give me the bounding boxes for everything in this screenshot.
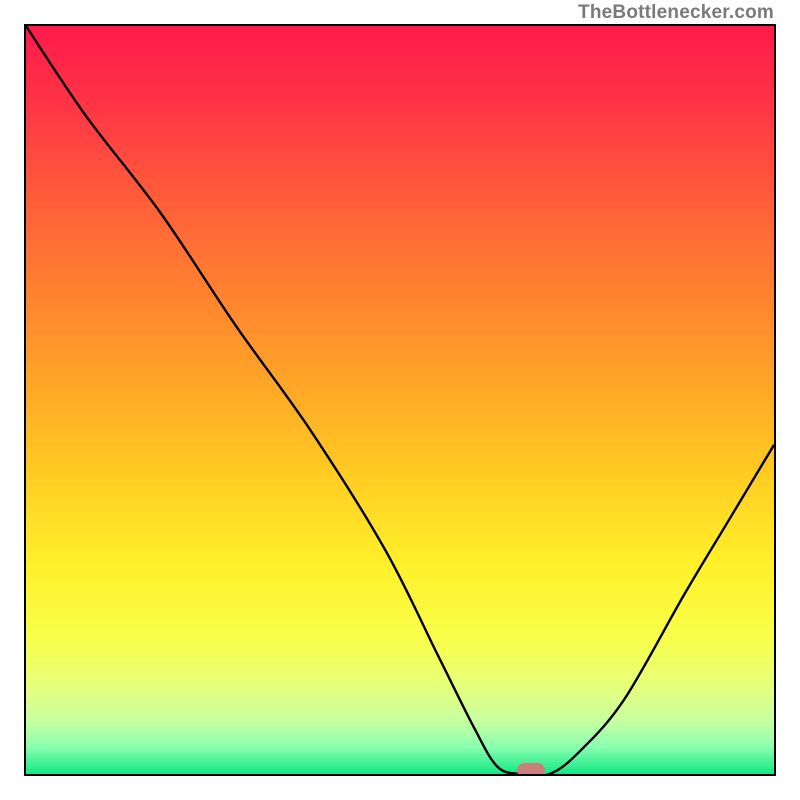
curve-layer	[26, 26, 774, 774]
bottleneck-chart: TheBottlenecker.com	[0, 0, 800, 800]
optimal-point-marker	[517, 763, 545, 776]
plot-area	[24, 24, 776, 776]
bottleneck-curve-path	[26, 26, 774, 774]
attribution-label: TheBottlenecker.com	[578, 2, 774, 24]
